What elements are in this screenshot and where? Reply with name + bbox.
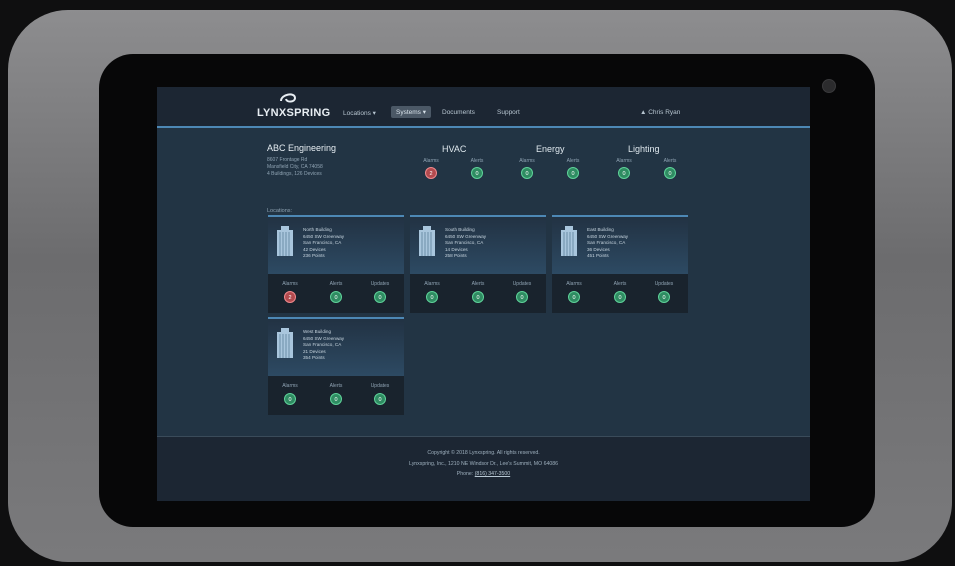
top-nav: LYNXSPRING Locations ▾ Systems ▾ Documen…	[157, 87, 810, 128]
lynxspring-logo-icon	[280, 93, 297, 103]
camera-icon	[822, 79, 836, 93]
building-city: San Francisco, CA	[587, 240, 626, 245]
energy-alarms-label: Alarms	[519, 158, 535, 164]
company-address: 8607 Frontage Rd	[267, 157, 308, 163]
building-points: 236 Points	[303, 253, 325, 258]
alerts-badge[interactable]: 0	[614, 291, 626, 303]
nav-locations[interactable]: Locations ▾	[343, 109, 376, 117]
alarms-label: Alarms	[424, 281, 440, 287]
alerts-badge[interactable]: 0	[330, 291, 342, 303]
footer-copyright: Copyright © 2018 Lynxspring. All rights …	[427, 450, 540, 456]
building-icon	[419, 226, 435, 256]
building-city: San Francisco, CA	[445, 240, 484, 245]
energy-alarms-badge[interactable]: 0	[521, 167, 533, 179]
footer: Copyright © 2018 Lynxspring. All rights …	[157, 436, 810, 501]
building-points: 451 Points	[587, 253, 609, 258]
building-address: 6450 SW Greenway	[303, 336, 345, 341]
building-points: 258 Points	[445, 253, 467, 258]
company-name: ABC Engineering	[267, 143, 337, 153]
footer-address: Lynxspring, Inc., 1210 NE Windsor Dr., L…	[409, 461, 558, 467]
building-card-south[interactable]: South Building 6450 SW Greenway San Fran…	[410, 215, 546, 313]
alarms-badge[interactable]: 0	[284, 393, 296, 405]
energy-alerts-label: Alerts	[566, 158, 580, 164]
building-city: San Francisco, CA	[303, 240, 342, 245]
hvac-alerts-badge[interactable]: 0	[471, 167, 483, 179]
building-address: 6450 SW Greenway	[445, 234, 487, 239]
alerts-label: Alerts	[471, 281, 485, 287]
alerts-badge[interactable]: 0	[330, 393, 342, 405]
footer-phone-label: Phone:	[456, 471, 474, 477]
building-devices: 36 Devices	[587, 247, 610, 252]
system-title-energy: Energy	[536, 144, 565, 154]
building-devices: 42 Devices	[303, 247, 326, 252]
user-menu[interactable]: ▲ Chris Ryan	[640, 109, 680, 116]
building-card-west[interactable]: West Building 6450 SW Greenway San Franc…	[268, 317, 404, 415]
building-points: 354 Points	[303, 355, 325, 360]
alerts-label: Alerts	[613, 281, 627, 287]
updates-badge[interactable]: 0	[516, 291, 528, 303]
company-summary: 4 Buildings, 126 Devices	[267, 171, 322, 177]
energy-alerts-badge[interactable]: 0	[567, 167, 579, 179]
brand-logo[interactable]: LYNXSPRING	[257, 107, 331, 119]
system-title-lighting: Lighting	[628, 144, 660, 154]
building-devices: 14 Devices	[445, 247, 468, 252]
hvac-alerts-label: Alerts	[470, 158, 484, 164]
lighting-alerts-badge[interactable]: 0	[664, 167, 676, 179]
building-name: East Building	[587, 227, 614, 232]
lighting-alarms-label: Alarms	[616, 158, 632, 164]
hvac-alarms-label: Alarms	[423, 158, 439, 164]
building-address: 6450 SW Greenway	[303, 234, 345, 239]
building-name: South Building	[445, 227, 475, 232]
hvac-alarms-badge[interactable]: 2	[425, 167, 437, 179]
updates-badge[interactable]: 0	[374, 393, 386, 405]
nav-systems[interactable]: Systems ▾	[391, 106, 431, 118]
building-card-north[interactable]: North Building 6450 SW Greenway San Fran…	[268, 215, 404, 313]
alarms-badge[interactable]: 2	[284, 291, 296, 303]
alerts-label: Alerts	[329, 281, 343, 287]
lighting-alarms-badge[interactable]: 0	[618, 167, 630, 179]
app-screen: LYNXSPRING Locations ▾ Systems ▾ Documen…	[157, 87, 810, 501]
alerts-label: Alerts	[329, 383, 343, 389]
nav-documents[interactable]: Documents	[442, 109, 475, 116]
alarms-label: Alarms	[282, 383, 298, 389]
building-devices: 21 Devices	[303, 349, 326, 354]
building-name: West Building	[303, 329, 332, 334]
building-icon	[277, 226, 293, 256]
updates-label: Updates	[654, 281, 674, 287]
updates-label: Updates	[370, 383, 390, 389]
footer-phone-line: Phone: (816) 347-3500	[157, 471, 810, 477]
alarms-badge[interactable]: 0	[568, 291, 580, 303]
updates-badge[interactable]: 0	[658, 291, 670, 303]
building-icon	[277, 328, 293, 358]
building-icon	[561, 226, 577, 256]
updates-label: Updates	[512, 281, 532, 287]
footer-phone-link[interactable]: (816) 347-3500	[475, 471, 510, 477]
locations-heading: Locations:	[267, 208, 293, 214]
alarms-label: Alarms	[282, 281, 298, 287]
building-city: San Francisco, CA	[303, 342, 342, 347]
company-city: Mansfield City, CA 74058	[267, 164, 323, 170]
building-card-east[interactable]: East Building 6450 SW Greenway San Franc…	[552, 215, 688, 313]
building-name: North Building	[303, 227, 332, 232]
system-title-hvac: HVAC	[442, 144, 467, 154]
alerts-badge[interactable]: 0	[472, 291, 484, 303]
lighting-alerts-label: Alerts	[663, 158, 677, 164]
building-address: 6450 SW Greenway	[587, 234, 629, 239]
updates-label: Updates	[370, 281, 390, 287]
nav-support[interactable]: Support	[497, 109, 520, 116]
updates-badge[interactable]: 0	[374, 291, 386, 303]
alarms-badge[interactable]: 0	[426, 291, 438, 303]
alarms-label: Alarms	[566, 281, 582, 287]
